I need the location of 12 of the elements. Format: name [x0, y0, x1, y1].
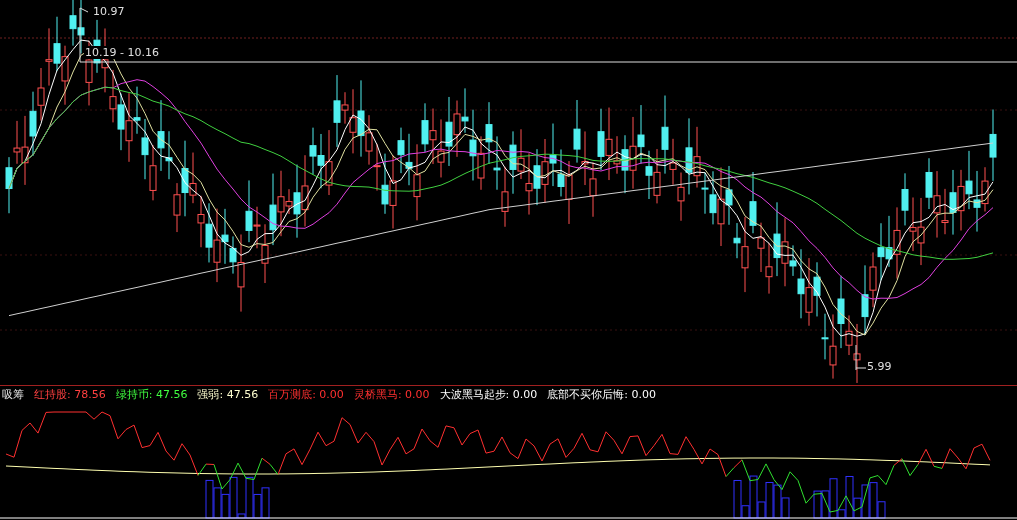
indicator-value: 大波黑马起步: 0.00 — [439, 387, 538, 403]
indicator-value: 强弱: 47.56 — [197, 387, 259, 403]
indicator-value: 灵桥黑马: 0.00 — [353, 387, 430, 403]
price-label: 10.97 — [92, 5, 126, 18]
price-label: 5.99 — [866, 360, 893, 373]
indicator-value: 绿持币: 47.56 — [115, 387, 188, 403]
leader-line — [855, 344, 867, 371]
indicator-value: 红持股: 78.56 — [34, 387, 106, 403]
indicator-title: 吸筹 — [2, 387, 24, 403]
price-label: 10.19 - 10.16 — [84, 46, 160, 59]
indicator-value: 底部不买你后悔: 0.00 — [547, 387, 657, 403]
indicator-value: 百万测底: 0.00 — [268, 387, 344, 403]
